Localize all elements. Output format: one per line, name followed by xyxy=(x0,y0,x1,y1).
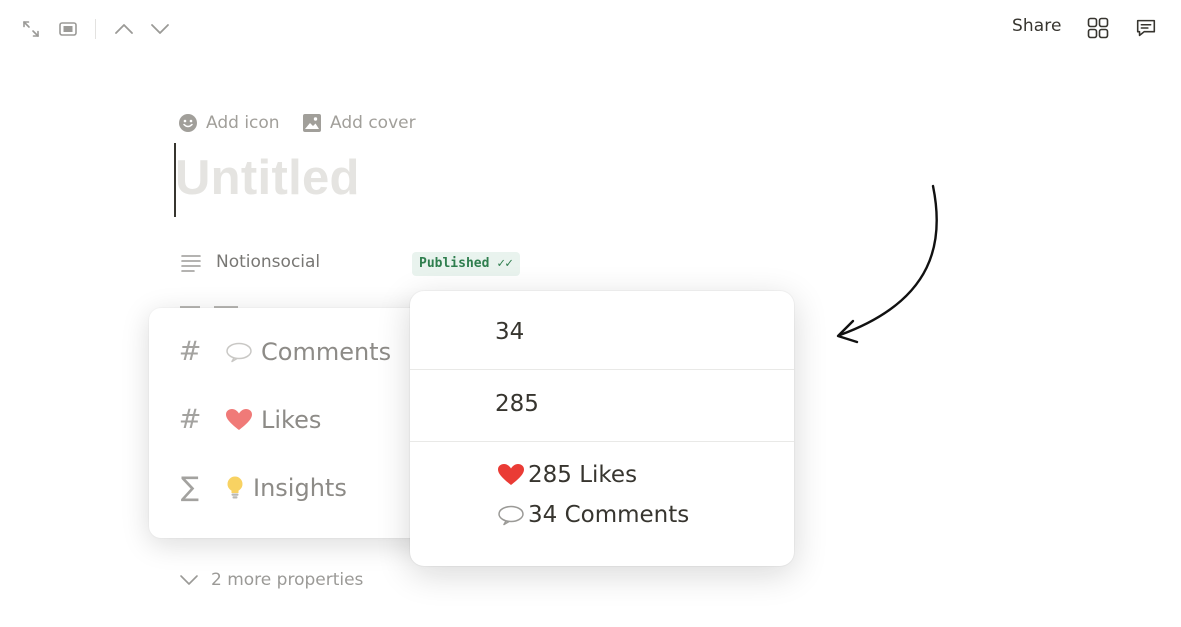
property-labels-panel: # Comments # Likes ∑ Insights xyxy=(149,308,439,538)
formula-type-icon: ∑ xyxy=(180,472,200,503)
annotation-arrow-icon xyxy=(836,184,938,344)
number-type-icon: # xyxy=(178,336,202,367)
property-insights[interactable]: ∑ Insights xyxy=(177,472,347,503)
chevron-up-icon[interactable] xyxy=(112,17,136,41)
add-icon-label: Add icon xyxy=(206,113,280,133)
more-properties-toggle[interactable]: 2 more properties xyxy=(179,570,363,590)
share-button[interactable]: Share xyxy=(1012,16,1062,36)
side-peek-icon[interactable] xyxy=(56,17,80,41)
smiley-icon xyxy=(179,114,197,132)
comments-value: 34 xyxy=(495,319,525,345)
property-label-comments: Comments xyxy=(261,337,392,366)
add-cover-label: Add cover xyxy=(330,113,416,133)
property-comments[interactable]: # Comments xyxy=(177,336,391,367)
number-type-icon: # xyxy=(178,404,202,435)
insights-likes-text: 285 Likes xyxy=(528,462,638,488)
status-badge[interactable]: Published ✓✓ xyxy=(412,252,520,276)
property-values-panel: 34 285 285 Likes 34 Comments xyxy=(410,291,794,566)
heart-icon xyxy=(226,408,252,430)
text-lines-icon xyxy=(180,252,202,278)
insights-comments-line: 34 Comments xyxy=(497,502,689,528)
page-title[interactable]: Untitled xyxy=(175,150,360,206)
comments-value-cell[interactable]: 34 xyxy=(410,291,794,369)
add-icon-button[interactable]: Add icon xyxy=(178,113,280,133)
likes-value: 285 xyxy=(495,391,539,417)
layout-icon[interactable] xyxy=(1086,16,1110,40)
chevron-down-icon xyxy=(180,575,198,585)
property-label-insights: Insights xyxy=(253,473,347,502)
toolbar-divider xyxy=(95,19,96,39)
speech-bubble-icon xyxy=(226,342,252,362)
property-likes[interactable]: # Likes xyxy=(177,404,322,435)
insights-value-cell[interactable]: 285 Likes 34 Comments xyxy=(410,442,794,566)
insights-comments-text: 34 Comments xyxy=(528,502,690,528)
more-properties-label: 2 more properties xyxy=(211,570,364,590)
speech-bubble-icon xyxy=(498,505,524,526)
lightbulb-icon xyxy=(227,476,243,498)
likes-value-cell[interactable]: 285 xyxy=(410,370,794,441)
add-cover-button[interactable]: Add cover xyxy=(302,113,416,133)
heart-icon xyxy=(498,464,524,485)
insights-likes-line: 285 Likes xyxy=(497,462,637,488)
property-label-notionsocial[interactable]: Notionsocial xyxy=(216,252,320,272)
chevron-down-icon[interactable] xyxy=(148,17,172,41)
image-icon xyxy=(303,114,321,132)
expand-icon[interactable] xyxy=(19,17,43,41)
property-label-likes: Likes xyxy=(261,405,322,434)
comment-icon[interactable] xyxy=(1134,16,1158,40)
